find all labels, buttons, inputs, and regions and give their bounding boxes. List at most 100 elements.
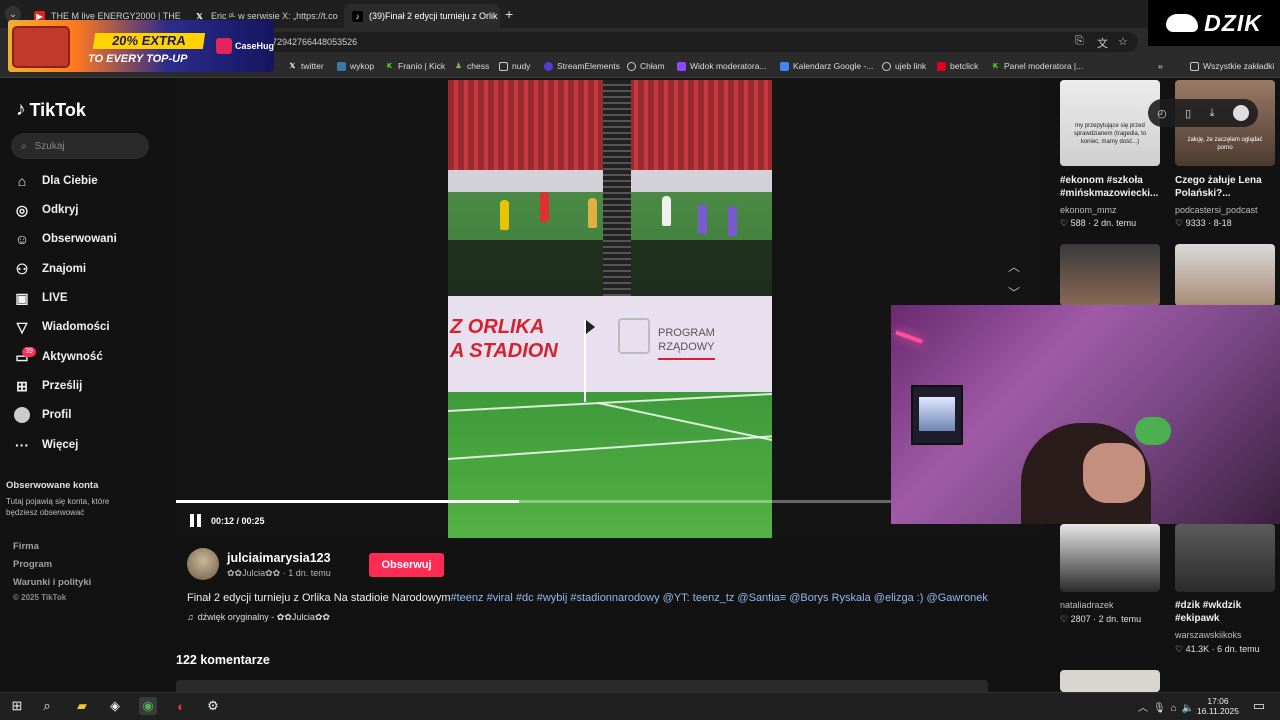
- ad-brand: CaseHug: [216, 38, 274, 54]
- description-hashtags[interactable]: #teenz #viral #dc #wybij #stadionnarodow…: [451, 592, 988, 604]
- recommended-thumbnail-3[interactable]: [1060, 524, 1160, 592]
- new-tab-button[interactable]: +: [505, 6, 513, 22]
- recommended-thumbnail-5[interactable]: [1060, 670, 1160, 692]
- recommended-thumbnail-3-top[interactable]: [1060, 244, 1160, 306]
- author-avatar[interactable]: [187, 548, 219, 580]
- age: 2 dn. temu: [1098, 614, 1142, 624]
- nav-label: Odkryj: [42, 204, 79, 216]
- author-display-name: ✿✿Julcia✿✿: [227, 568, 281, 578]
- nav-przeslij[interactable]: ⊞ Prześlij: [14, 375, 82, 397]
- live-icon: ▣: [15, 289, 29, 306]
- comments-count: 122 komentarze: [176, 653, 270, 667]
- address-bar[interactable]: 7294276644805352​6: [268, 32, 1138, 52]
- app-icon[interactable]: ◈: [106, 697, 124, 715]
- post-age: 1 dn. temu: [288, 568, 331, 578]
- obs-app-icon[interactable]: ◐: [172, 697, 190, 715]
- search-icon[interactable]: ⌕: [38, 697, 56, 715]
- nav-odkryj[interactable]: ◎ Odkryj: [14, 199, 79, 221]
- recommended-thumbnail-1[interactable]: my przepytujące się przed sprawdzianem (…: [1060, 80, 1160, 166]
- floating-video-tools: ◴ ▯ ⤓: [1148, 99, 1258, 127]
- nav-obserwowani[interactable]: ☺ Obserwowani: [14, 228, 117, 250]
- bookmark-chlam[interactable]: Chłam: [627, 61, 665, 71]
- x-icon: 𝕏: [289, 62, 296, 70]
- avatar-icon[interactable]: [1232, 105, 1249, 121]
- bookmark-star-icon[interactable]: ☆: [1118, 35, 1128, 48]
- bookmark-wykop[interactable]: wykop: [337, 61, 374, 71]
- video-frame[interactable]: Z ORLIKA A STADION PROGRAM RZĄDOWY: [448, 80, 772, 538]
- video-progress-fill[interactable]: [176, 500, 520, 503]
- windows-start-icon[interactable]: ⊞: [8, 697, 26, 715]
- recommended-author-2[interactable]: podcastersi_podcast: [1175, 205, 1258, 215]
- treasure-chest-image: [12, 26, 70, 68]
- all-bookmarks-button[interactable]: Wszystkie zakładki: [1190, 61, 1274, 71]
- recommended-author-3[interactable]: nataliadrazek: [1060, 600, 1114, 610]
- bookmark-kick[interactable]: K Franio | Kick: [385, 61, 445, 71]
- recommended-author-4[interactable]: warszawskiikoks: [1175, 630, 1242, 640]
- bookmark-label: Widok moderatora...: [690, 61, 767, 71]
- tiktok-icon: ♪: [352, 10, 363, 22]
- bookmark-betclick[interactable]: betclick: [937, 61, 978, 71]
- footer-link-program[interactable]: Program: [13, 559, 52, 570]
- file-explorer-icon[interactable]: ▰: [73, 697, 91, 715]
- tiktok-note-icon: ♪: [16, 99, 26, 120]
- ad-banner[interactable]: 20% EXTRA TO EVERY TOP-UP CaseHug: [8, 20, 274, 72]
- bookmark-widok-moderatora[interactable]: Widok moderatora...: [677, 61, 767, 71]
- nav-znajomi[interactable]: ⚇ Znajomi: [14, 258, 86, 280]
- settings-gear-icon[interactable]: ⚙: [204, 697, 222, 715]
- bookmark-ujeb-link[interactable]: ujeb link: [882, 61, 926, 71]
- install-app-icon[interactable]: ⎘: [1075, 35, 1084, 48]
- search-input[interactable]: ⌕ Szukaj: [11, 133, 149, 159]
- recommended-title-4[interactable]: #dzik #wkdzik #ekipawk: [1175, 599, 1280, 625]
- bookmark-nudy[interactable]: nudy: [499, 61, 530, 71]
- chevron-up-icon[interactable]: ︿: [1008, 258, 1020, 275]
- board-text: RZĄDOWY: [658, 341, 715, 353]
- bookmark-streamelements[interactable]: StreamElements: [544, 61, 620, 71]
- bookmark-panel-moderatora[interactable]: K Panel moderatora |...: [991, 61, 1083, 71]
- footer-link-firma[interactable]: Firma: [13, 541, 39, 552]
- bookmark-chess[interactable]: ♟ chess: [454, 61, 489, 71]
- nav-live[interactable]: ▣ LIVE: [14, 287, 67, 309]
- nav-label: Wiadomości: [42, 321, 110, 333]
- chevron-down-icon[interactable]: ﹀: [1008, 284, 1020, 301]
- nav-profil[interactable]: Profil: [14, 404, 71, 426]
- recommended-author-1[interactable]: ekonom_mmz: [1060, 205, 1117, 215]
- chrome-icon[interactable]: ◉: [139, 697, 157, 715]
- system-tray[interactable]: ︿🎙⌂🔈: [1138, 699, 1199, 714]
- recommended-thumbnail-4[interactable]: [1175, 524, 1275, 592]
- nav-wiecej[interactable]: ··· Więcej: [14, 434, 78, 456]
- browser-tab-3-active[interactable]: ♪ (39)Finał 2 edycji turnieju z Orlik 🔊 …: [344, 4, 500, 28]
- nav-wiadomosci[interactable]: ▽ Wiadomości: [14, 316, 110, 338]
- player-figure: [728, 206, 737, 236]
- footer-link-warunki[interactable]: Warunki i polityki: [13, 577, 91, 588]
- kick-icon: K: [992, 62, 999, 70]
- recommended-thumbnail-4-top[interactable]: [1175, 244, 1275, 306]
- friends-icon: ⚇: [15, 260, 29, 277]
- notifications-icon[interactable]: ▭: [1250, 697, 1268, 715]
- author-username[interactable]: julciaimarysia123: [227, 551, 331, 565]
- clock-time: 17:06: [1207, 696, 1229, 706]
- heart-icon: ♡: [1060, 614, 1069, 624]
- streamer-hand-image: [1083, 443, 1145, 503]
- translate-icon[interactable]: 文: [1097, 35, 1108, 51]
- advertising-board: Z ORLIKA A STADION PROGRAM RZĄDOWY: [448, 296, 772, 392]
- nav-label: Znajomi: [42, 263, 87, 275]
- phone-icon[interactable]: ▯: [1185, 107, 1191, 120]
- bookmark-kalendarz[interactable]: Kalendarz Google -...: [780, 61, 873, 71]
- recommended-title-2[interactable]: Czego żałuje Lena Polański?...: [1175, 174, 1280, 200]
- pause-icon[interactable]: [190, 514, 204, 528]
- calendar-icon: [780, 61, 789, 71]
- bookmark-twitter[interactable]: 𝕏twitter: [288, 61, 324, 71]
- streamelements-icon: [544, 61, 553, 71]
- taskbar-clock[interactable]: 17:06 16.11.2025: [1196, 696, 1240, 716]
- age: 6 dn. temu: [1217, 644, 1260, 654]
- folder-icon: [499, 61, 508, 71]
- recommended-title-1[interactable]: #ekonom #szkoła #mińskmazowiecki...: [1060, 174, 1170, 200]
- sound-link[interactable]: ♫ dźwięk oryginalny - ✿✿Julcia✿✿: [187, 612, 330, 623]
- download-icon[interactable]: ⤓: [1210, 107, 1215, 120]
- nav-dla-ciebie[interactable]: ⌂ Dla Ciebie: [14, 170, 98, 192]
- bookmarks-overflow-button[interactable]: »: [1158, 61, 1163, 71]
- speed-icon[interactable]: ◴: [1157, 107, 1167, 120]
- board-text: Z ORLIKA: [450, 316, 545, 338]
- follow-button[interactable]: Obserwuj: [369, 553, 444, 577]
- tiktok-logo[interactable]: ♪ TikTok: [16, 99, 86, 121]
